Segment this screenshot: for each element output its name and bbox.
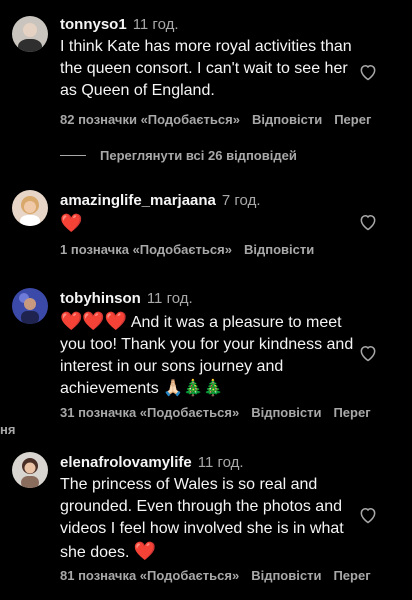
username[interactable]: elenafrolovamylife (60, 454, 192, 471)
heart-outline-icon (360, 214, 376, 231)
view-replies-label: Переглянути всі 26 відповідей (100, 148, 297, 163)
like-button[interactable] (358, 62, 378, 82)
avatar[interactable] (12, 190, 48, 226)
comment-text: ❤️❤️❤️ And it was a pleasure to meet you… (60, 310, 356, 400)
timestamp[interactable]: 11 год. (133, 16, 179, 33)
username[interactable]: tonnyso1 (60, 16, 127, 33)
comment-body: The princess of Wales is so real and gro… (60, 476, 344, 561)
view-replies-button[interactable]: Переглянути всі 26 відповідей (60, 148, 297, 163)
comment-text: The princess of Wales is so real and gro… (60, 474, 356, 564)
heart-outline-icon (360, 64, 376, 81)
likes-count[interactable]: 82 позначки «Подобається» (60, 112, 240, 127)
cut-off-text: ня (0, 422, 16, 437)
more-button[interactable]: Перег (333, 568, 370, 583)
username[interactable]: tobyhinson (60, 290, 141, 307)
reply-button[interactable]: Відповісти (252, 112, 322, 127)
reply-button[interactable]: Відповісти (251, 405, 321, 420)
more-button[interactable]: Перег (333, 405, 370, 420)
like-button[interactable] (358, 212, 378, 232)
timestamp[interactable]: 11 год. (147, 290, 193, 307)
timestamp[interactable]: 7 год. (222, 192, 261, 209)
reply-button[interactable]: Відповісти (251, 568, 321, 583)
reply-button[interactable]: Відповісти (244, 242, 314, 257)
heart-outline-icon (360, 345, 376, 362)
emoji-suffix: 🙏🏻🎄🎄 (163, 380, 223, 397)
likes-count[interactable]: 1 позначка «Подобається» (60, 242, 232, 257)
emoji-prefix: ❤️❤️❤️ (60, 311, 128, 331)
timestamp[interactable]: 11 год. (198, 454, 244, 471)
avatar[interactable] (12, 288, 48, 324)
divider (60, 155, 86, 156)
avatar[interactable] (12, 452, 48, 488)
comment-text: I think Kate has more royal activities t… (60, 38, 352, 99)
comment-text: ❤️ (60, 213, 83, 233)
emoji-suffix: ❤️ (133, 541, 157, 561)
avatar[interactable] (12, 16, 48, 52)
likes-count[interactable]: 81 позначка «Подобається» (60, 568, 239, 583)
heart-outline-icon (360, 507, 376, 524)
like-button[interactable] (358, 505, 378, 525)
like-button[interactable] (358, 343, 378, 363)
username[interactable]: amazinglife_marjaana (60, 192, 216, 209)
more-button[interactable]: Перег (334, 112, 371, 127)
likes-count[interactable]: 31 позначка «Подобається» (60, 405, 239, 420)
